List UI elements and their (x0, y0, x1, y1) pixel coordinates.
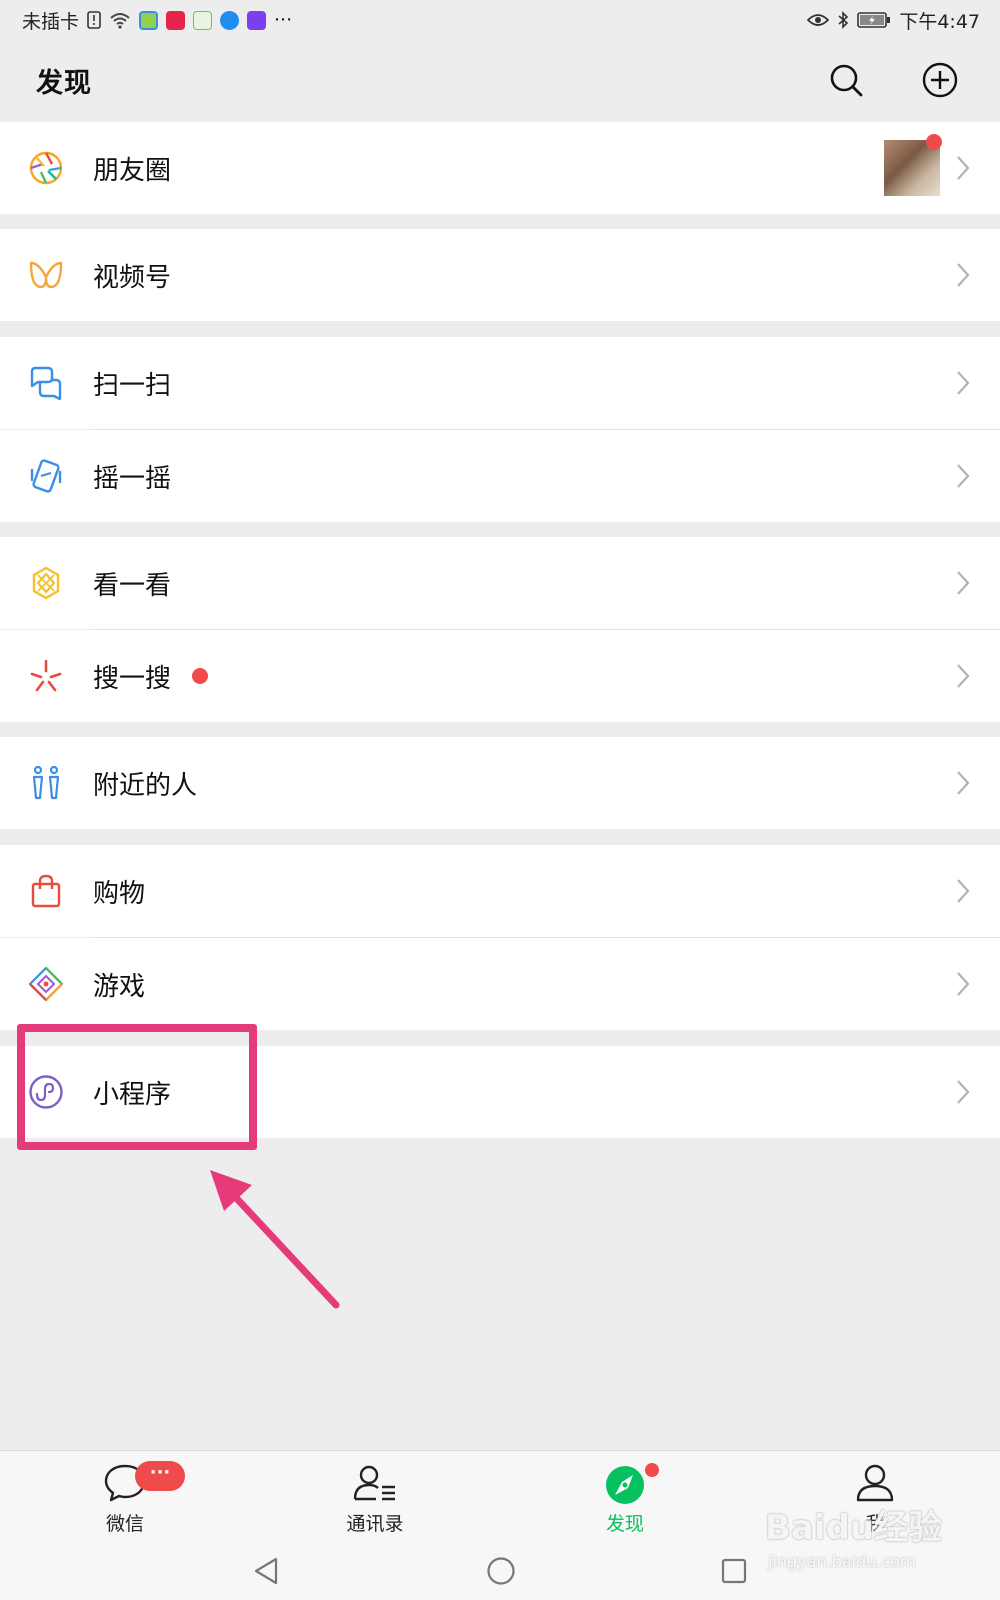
menu-item-label: 朋友圈 (93, 155, 172, 186)
menu-item-people-nearby[interactable]: 附近的人 (0, 737, 1000, 829)
back-icon[interactable] (252, 1556, 280, 1586)
clock: 下午4:47 (899, 10, 980, 33)
chevron-right-icon (957, 571, 970, 595)
profile-icon (856, 1464, 894, 1502)
add-icon[interactable] (920, 60, 960, 100)
page-title: 发现 (36, 67, 92, 99)
chevron-right-icon (957, 371, 970, 395)
carrier-text: 未插卡 (22, 10, 80, 33)
moments-icon (29, 151, 63, 185)
moments-unread-dot (926, 134, 942, 150)
search-feature-icon (30, 659, 62, 692)
menu-item-shopping[interactable]: 购物 (0, 845, 1000, 937)
menu-item-scan[interactable]: 扫一扫 (0, 337, 1000, 429)
tab-label: 发现 (605, 1513, 644, 1535)
menu-item-channels[interactable]: 视频号 (0, 229, 1000, 321)
battery-icon (857, 12, 891, 28)
games-icon (28, 966, 64, 1002)
title-bar: 发现 (0, 40, 1000, 120)
unread-badge: ··· (135, 1461, 185, 1491)
chevron-right-icon (957, 156, 970, 180)
sim-alert-icon (87, 11, 101, 29)
menu-item-label: 附近的人 (93, 770, 198, 801)
status-bar: 未插卡 ··· 下午4:47 (0, 0, 1000, 40)
menu-item-label: 扫一扫 (93, 370, 172, 401)
highlight-box (17, 1024, 257, 1150)
blue-app-icon (220, 10, 240, 30)
more-notifications: ··· (274, 9, 293, 31)
menu-item-shake[interactable]: 摇一摇 (0, 430, 1000, 522)
chevron-right-icon (957, 1080, 970, 1104)
scan-icon (30, 366, 62, 401)
eye-comfort-icon (807, 14, 830, 26)
menu-item-games[interactable]: 游戏 (0, 938, 1000, 1030)
app-notification-icon (139, 10, 159, 30)
tab-contacts[interactable]: 通讯录 (305, 1451, 445, 1541)
video-app-icon (166, 10, 186, 30)
discover-unread-dot (643, 1461, 661, 1479)
top-stories-icon (32, 566, 60, 600)
shopping-icon (31, 874, 61, 908)
pointer-arrow-icon (210, 1170, 340, 1309)
discover-compass-icon (606, 1466, 644, 1504)
shake-icon (30, 459, 62, 493)
watermark-url: jingyan.baidu.com (768, 1552, 916, 1571)
bluetooth-icon (838, 11, 849, 29)
menu-item-label: 购物 (93, 878, 146, 909)
plant-app-icon (193, 10, 213, 30)
status-bar-right: 下午4:47 (807, 7, 980, 34)
chevron-right-icon (957, 464, 970, 488)
menu-item-label: 看一看 (93, 570, 172, 601)
menu-item-search[interactable]: 搜一搜 (0, 630, 1000, 722)
menu-item-top-stories[interactable]: 看一看 (0, 537, 1000, 629)
menu-item-label: 游戏 (93, 971, 146, 1002)
channels-icon (29, 261, 63, 289)
chevron-right-icon (957, 664, 970, 688)
status-bar-left: 未插卡 ··· (22, 7, 292, 34)
contacts-icon (353, 1465, 395, 1501)
menu-item-label: 视频号 (93, 262, 172, 293)
chevron-right-icon (957, 263, 970, 287)
watermark-logo: Baidu经验 (765, 1508, 943, 1548)
menu-item-label: 摇一摇 (93, 463, 172, 494)
menu-item-moments[interactable]: 朋友圈 (0, 122, 1000, 214)
tab-discover[interactable]: 发现 (555, 1451, 695, 1541)
chevron-right-icon (957, 879, 970, 903)
tab-label: 微信 (105, 1513, 144, 1535)
wifi-icon (110, 13, 130, 29)
chevron-right-icon (957, 771, 970, 795)
chevron-right-icon (957, 972, 970, 996)
people-nearby-icon (32, 765, 60, 800)
tab-label: 通讯录 (346, 1513, 404, 1535)
search-icon[interactable] (826, 60, 866, 100)
menu-item-label: 搜一搜 (93, 663, 172, 694)
search-unread-dot (192, 668, 208, 684)
home-icon[interactable] (486, 1556, 516, 1586)
purple-play-app-icon (247, 10, 267, 30)
recents-icon[interactable] (720, 1556, 748, 1586)
tab-chats[interactable]: ··· 微信 (55, 1451, 195, 1541)
